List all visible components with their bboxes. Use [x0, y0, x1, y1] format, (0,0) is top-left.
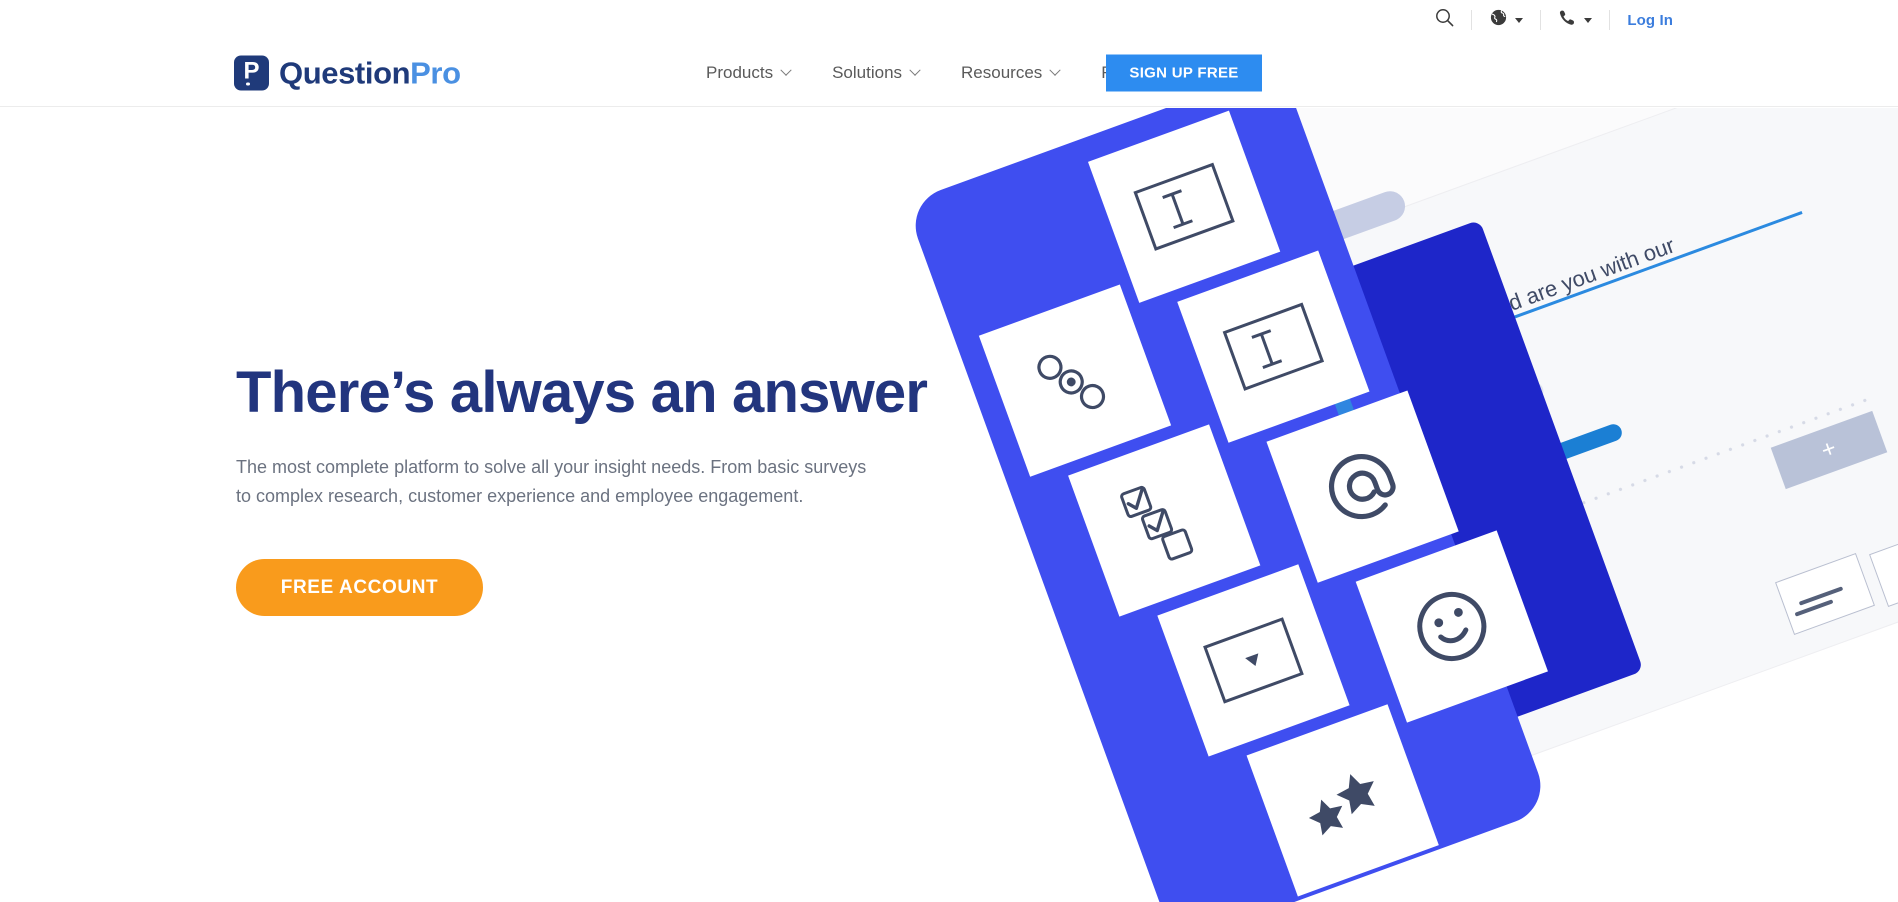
utility-bar: Log In: [0, 0, 1898, 40]
dropdown-icon: [1203, 617, 1304, 704]
nav-label: Solutions: [832, 63, 903, 82]
page-title: There’s always an answer: [236, 360, 928, 425]
nav-label: Products: [706, 63, 774, 82]
questionpro-logo-icon: P: [234, 55, 269, 91]
hero-copy: There’s always an answer The most comple…: [236, 360, 936, 617]
brand-word-two: Pro: [410, 55, 461, 91]
at-symbol-icon: [1328, 453, 1396, 520]
phone-selector[interactable]: [1541, 0, 1609, 40]
nav-item-resources[interactable]: Resources: [961, 63, 1061, 83]
brand-logo[interactable]: P QuestionPro: [234, 55, 461, 91]
chevron-down-icon: [1515, 17, 1524, 23]
search-icon: [1435, 8, 1454, 32]
text-field-icon: [1133, 162, 1235, 251]
brand-wordmark: QuestionPro: [279, 58, 461, 89]
sign-up-free-button[interactable]: SIGN UP FREE: [1106, 54, 1262, 92]
globe-icon: [1489, 8, 1508, 32]
phone-icon: [1558, 8, 1577, 32]
nav-label: Resources: [961, 63, 1043, 82]
chevron-down-icon: [1049, 64, 1061, 76]
smiley-face-icon: [1417, 592, 1487, 662]
hero-subtitle: The most complete platform to solve all …: [236, 456, 867, 506]
text-field-icon: [1222, 302, 1325, 391]
chevron-down-icon: [1584, 17, 1593, 23]
chevron-down-icon: [909, 64, 921, 76]
free-account-button[interactable]: FREE ACCOUNT: [236, 559, 483, 617]
radio-button-icon: [1037, 354, 1106, 410]
hero-section: How satisfied are you with our / +: [0, 108, 1898, 902]
nav-item-products[interactable]: Products: [706, 63, 792, 83]
site-header: P QuestionPro Products Solutions Resourc…: [0, 40, 1898, 107]
login-link[interactable]: Log In: [1610, 0, 1690, 40]
star-rating-icon: [1308, 774, 1375, 836]
language-selector[interactable]: [1472, 0, 1540, 40]
chevron-down-icon: [780, 64, 792, 76]
nav-item-solutions[interactable]: Solutions: [832, 63, 921, 83]
tile-star-rating: [1246, 704, 1439, 897]
checkbox-list-icon: [1120, 485, 1194, 561]
search-button[interactable]: [1418, 0, 1471, 40]
logo-dot: [246, 82, 250, 86]
brand-word-one: Question: [279, 55, 411, 91]
